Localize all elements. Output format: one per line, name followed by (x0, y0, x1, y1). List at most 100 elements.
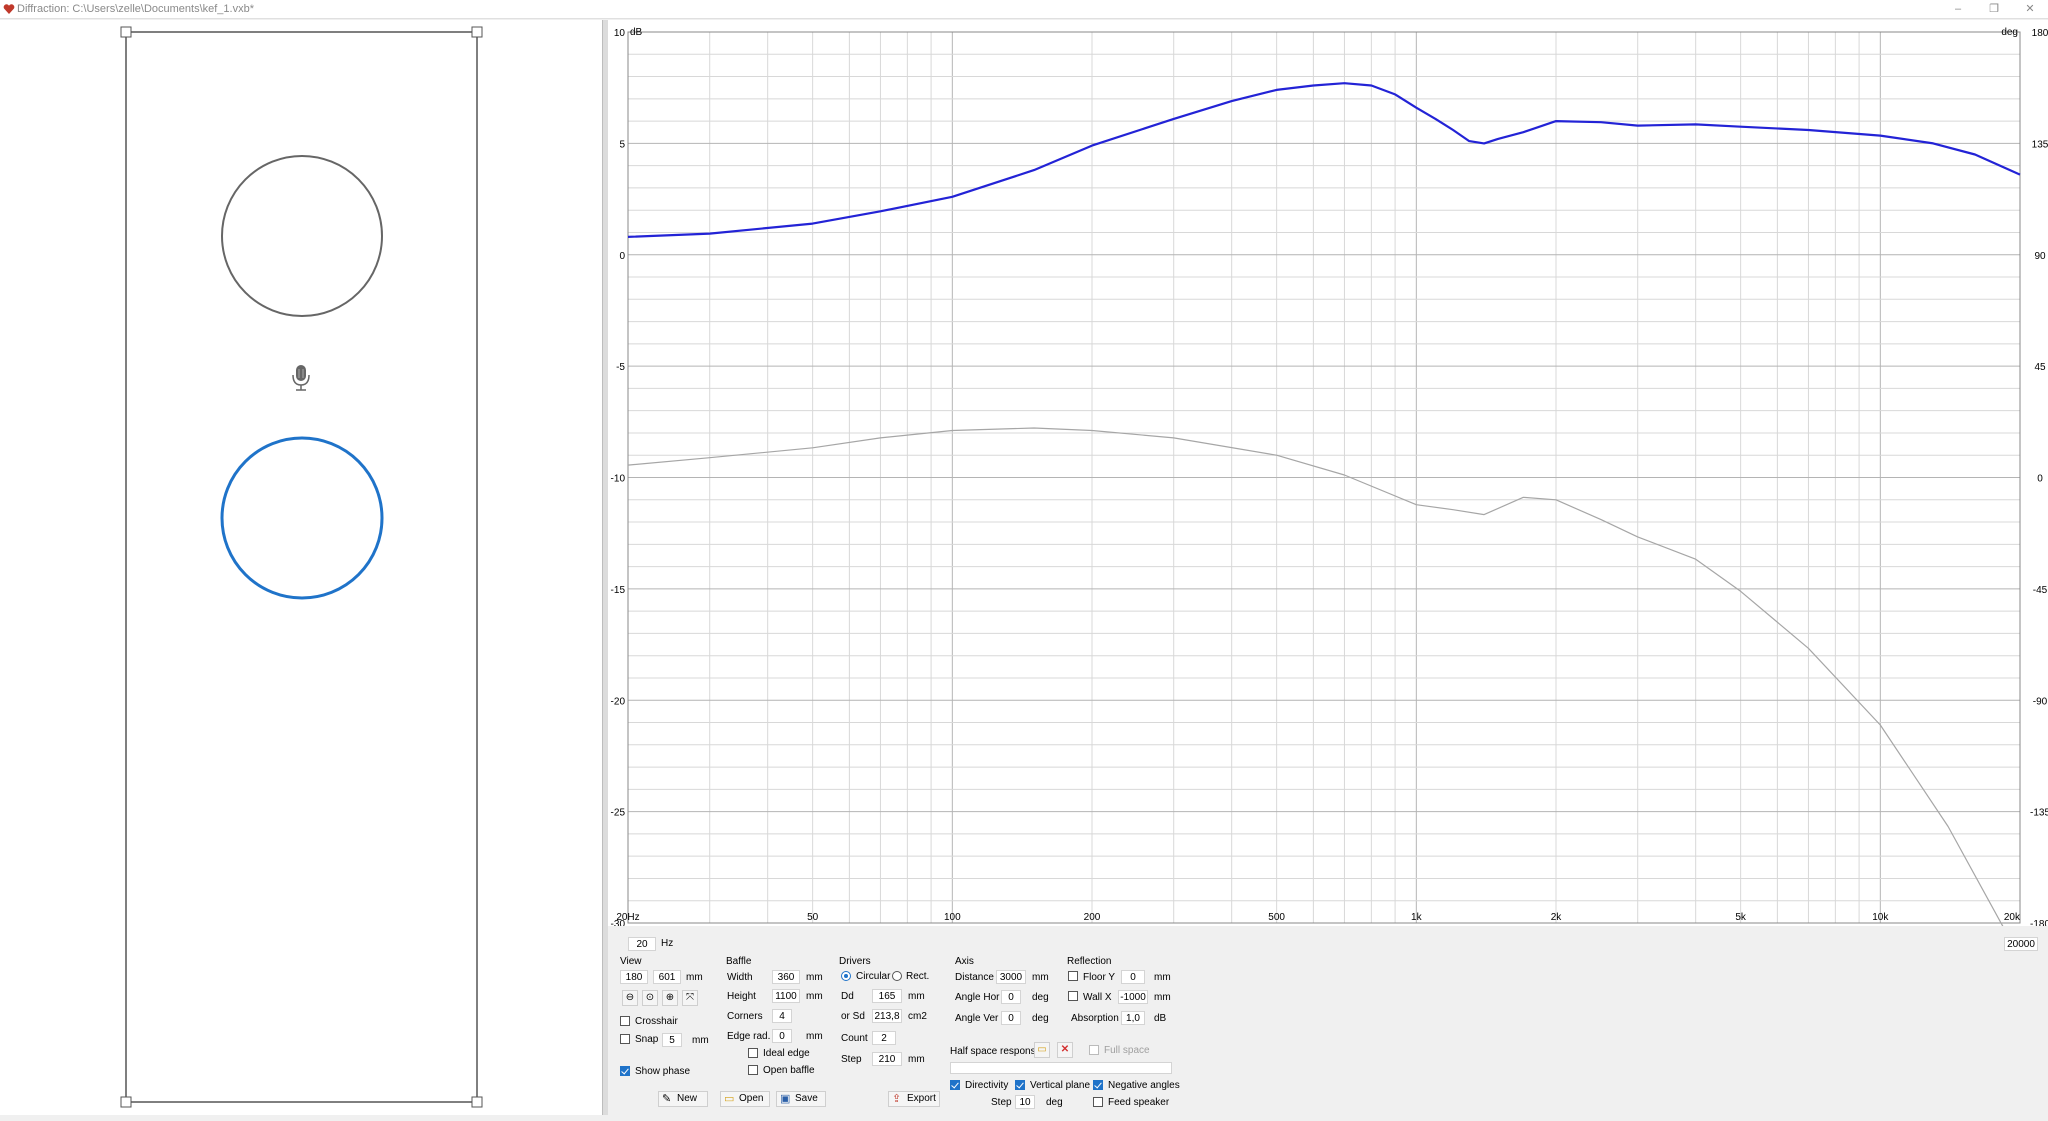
y2-axis-unit-label: deg (2001, 27, 2018, 38)
x-tick-label: 200 (1084, 912, 1101, 923)
baffle-drawing[interactable] (0, 20, 602, 1115)
x-tick-label: 20k (2004, 912, 2021, 923)
directivity-checkbox[interactable] (950, 1080, 960, 1090)
directivity-step-input[interactable]: 10 (1015, 1095, 1035, 1109)
restore-button[interactable]: ❐ (1986, 1, 2002, 17)
floor-input[interactable]: 0 (1121, 970, 1145, 984)
minimize-button[interactable]: – (1950, 1, 1966, 17)
y-tick-label: -10 (611, 474, 626, 485)
export-button[interactable]: ⇪ Export (888, 1091, 940, 1107)
chart-svg[interactable]: 1050-5-10-15-20-25-3018013590450-45-90-1… (608, 20, 2048, 958)
crosshair-checkbox[interactable] (620, 1016, 630, 1026)
zoom-fit-icon[interactable]: ⊙ (642, 990, 658, 1006)
y2-tick-label: 45 (2034, 362, 2046, 373)
dd-input[interactable]: 165 (872, 989, 902, 1003)
baffle-view-panel[interactable] (0, 20, 603, 1115)
full-space-checkbox[interactable] (1089, 1045, 1099, 1055)
width-unit-label: mm (806, 972, 823, 983)
controls-panel: 20 Hz 20000 View 180 601 mm ⊖ ⊙ ⊕ ⤧ Cros… (608, 928, 2048, 1116)
driver-step-unit-label: mm (908, 1054, 925, 1065)
series-magnitude-line (627, 82, 2021, 238)
x-tick-label: 500 (1268, 912, 1285, 923)
distance-input[interactable]: 3000 (996, 970, 1026, 984)
view-height-input[interactable]: 601 (653, 970, 681, 984)
wall-checkbox[interactable] (1068, 991, 1078, 1001)
feed-speaker-checkbox[interactable] (1093, 1097, 1103, 1107)
circular-label: Circular (856, 971, 891, 982)
x-tick-label: 1k (1411, 912, 1423, 923)
x-tick-label: 5k (1735, 912, 1747, 923)
new-button[interactable]: ✎ New (658, 1091, 708, 1107)
width-label: Width (727, 972, 753, 983)
delete-icon[interactable]: ✕ (1057, 1042, 1073, 1058)
edge-unit-label: mm (806, 1031, 823, 1042)
count-input[interactable]: 2 (872, 1031, 896, 1045)
wall-input[interactable]: -1000 (1118, 990, 1148, 1004)
absorption-input[interactable]: 1,0 (1121, 1011, 1145, 1025)
snap-input[interactable]: 5 (662, 1033, 682, 1047)
dd-label: Dd (841, 991, 854, 1002)
close-button[interactable]: ✕ (2022, 1, 2038, 17)
absorption-label: Absorption (1071, 1013, 1119, 1024)
y2-tick-label: 180 (2032, 28, 2048, 39)
floor-label: Floor Y (1083, 972, 1116, 983)
app-heart-icon (3, 4, 15, 14)
microphone-icon[interactable] (292, 365, 310, 391)
end-frequency-input[interactable]: 20000 (2004, 937, 2038, 951)
ideal-edge-checkbox[interactable] (748, 1048, 758, 1058)
open-folder-icon[interactable]: ▭ (1034, 1042, 1050, 1058)
circular-radio[interactable] (841, 971, 851, 981)
angle-hor-input[interactable]: 0 (1001, 990, 1021, 1004)
baffle-width-input[interactable]: 360 (772, 970, 800, 984)
view-group-title: View (620, 956, 642, 967)
save-icon: ▣ (780, 1093, 791, 1105)
directivity-step-unit-label: deg (1046, 1097, 1063, 1108)
open-baffle-checkbox[interactable] (748, 1065, 758, 1075)
baffle-height-input[interactable]: 1100 (772, 989, 800, 1003)
new-icon: ✎ (662, 1093, 672, 1105)
rect-radio[interactable] (892, 971, 902, 981)
handle-bottom-left[interactable] (120, 1096, 132, 1108)
vertical-plane-checkbox[interactable] (1015, 1080, 1025, 1090)
driver-2-selected[interactable] (220, 436, 384, 600)
directivity-label: Directivity (965, 1080, 1009, 1091)
y-tick-label: -25 (611, 808, 626, 819)
show-phase-checkbox[interactable] (620, 1066, 630, 1076)
floor-checkbox[interactable] (1068, 971, 1078, 981)
height-label: Height (727, 991, 756, 1002)
baffle-outline[interactable] (125, 31, 478, 1103)
angle-ver-input[interactable]: 0 (1001, 1011, 1021, 1025)
axis-group-title: Axis (955, 956, 974, 967)
negative-angles-checkbox[interactable] (1093, 1080, 1103, 1090)
driver-step-input[interactable]: 210 (872, 1052, 902, 1066)
zoom-in-icon[interactable]: ⊕ (662, 990, 678, 1006)
y-tick-label: 0 (619, 251, 625, 262)
angle-ver-label: Angle Ver (955, 1013, 999, 1024)
save-button[interactable]: ▣ Save (776, 1091, 826, 1107)
open-baffle-label: Open baffle (763, 1065, 815, 1076)
sd-input[interactable]: 213,8 (872, 1009, 902, 1023)
start-frequency-input[interactable]: 20 (628, 937, 656, 951)
half-space-file-field[interactable] (950, 1062, 1172, 1074)
corners-label: Corners (727, 1011, 763, 1022)
edge-radius-input[interactable]: 0 (772, 1029, 792, 1043)
reflection-group-title: Reflection (1067, 956, 1112, 967)
x-tick-label: 50 (807, 912, 819, 923)
view-width-input[interactable]: 180 (620, 970, 648, 984)
fullscreen-icon[interactable]: ⤧ (682, 990, 698, 1006)
sd-unit-label: cm2 (908, 1011, 927, 1022)
frequency-response-chart[interactable]: 10 5 0 -5 -10 -15 -20 -25 -30 180 135 90 45 0 -45 -90 -1… (608, 20, 2048, 958)
angle-hor-unit-label: deg (1032, 992, 1049, 1003)
snap-checkbox[interactable] (620, 1034, 630, 1044)
handle-bottom-right[interactable] (471, 1096, 483, 1108)
floor-unit-label: mm (1154, 972, 1171, 983)
y2-tick-label: -135 (2030, 808, 2048, 819)
zoom-out-icon[interactable]: ⊖ (622, 990, 638, 1006)
title-bar: Diffraction: C:\Users\zelle\Documents\ke… (0, 0, 2048, 19)
driver-1[interactable] (221, 155, 383, 317)
handle-top-left[interactable] (120, 26, 132, 38)
view-unit-label: mm (686, 972, 703, 983)
corners-input[interactable]: 4 (772, 1009, 792, 1023)
open-button[interactable]: ▭ Open (720, 1091, 770, 1107)
handle-top-right[interactable] (471, 26, 483, 38)
